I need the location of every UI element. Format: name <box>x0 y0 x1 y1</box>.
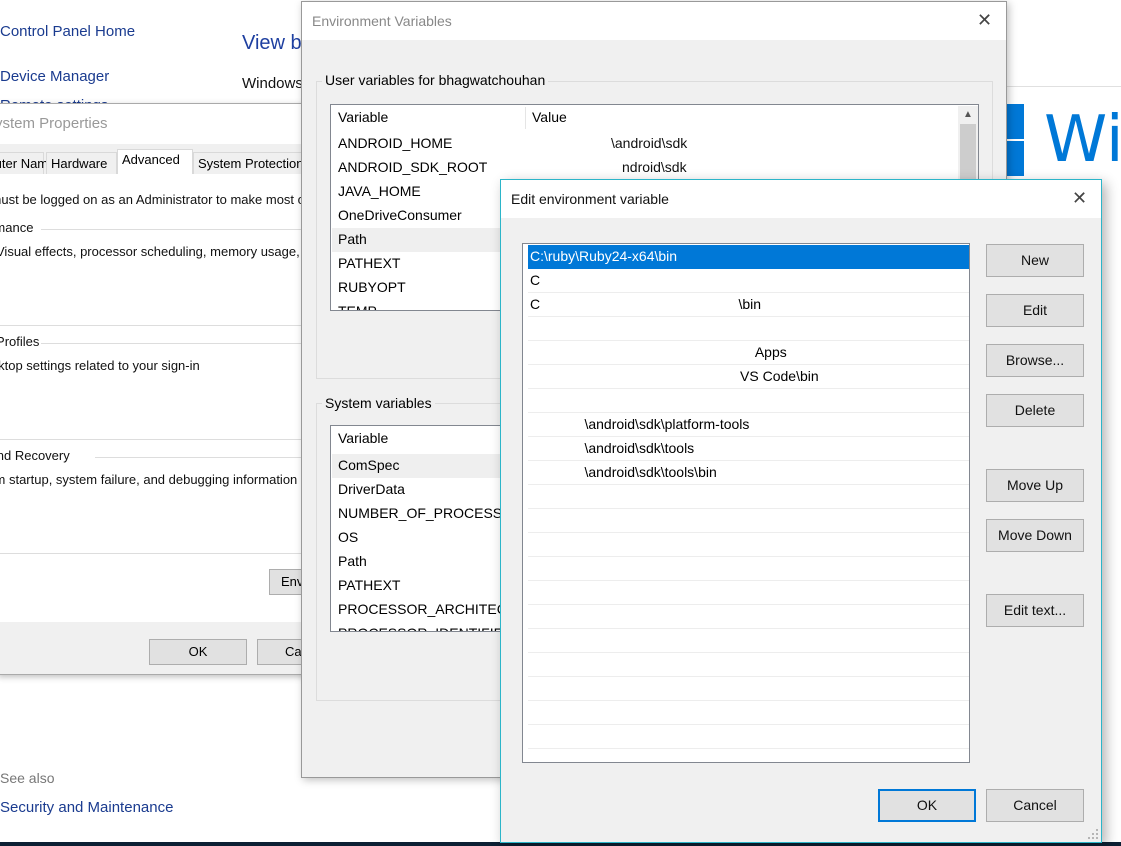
title-bar: System Properties <box>0 104 307 144</box>
column-header-value[interactable]: Value <box>532 109 567 125</box>
path-entry[interactable]: VS Code\bin <box>528 365 969 389</box>
group-border <box>0 553 307 554</box>
admin-note: You must be logged on as an Administrato… <box>0 192 307 207</box>
path-entries-list[interactable]: C:\ruby\Ruby24-x64\bin C C \bin Apps VS … <box>522 243 970 763</box>
system-properties-dialog: System Properties Computer Name Hardware… <box>0 103 308 675</box>
dialog-title: Edit environment variable <box>511 191 669 207</box>
scrollbar-thumb[interactable] <box>960 124 976 184</box>
windows-edition-label: Windows edition <box>242 75 302 92</box>
dialog-footer: OK Cancel <box>0 622 307 674</box>
path-entry[interactable]: \android\sdk\tools\bin <box>528 461 969 485</box>
empty-row[interactable] <box>528 629 969 653</box>
empty-row[interactable] <box>528 605 969 629</box>
redacted-value: \android\sdk <box>611 135 688 151</box>
tab-hardware[interactable]: Hardware <box>46 152 117 174</box>
group-border <box>0 325 307 326</box>
column-header-variable[interactable]: Variable <box>338 109 388 125</box>
performance-group-label: Performance <box>0 220 34 235</box>
system-variables-label: System variables <box>322 395 435 411</box>
empty-row[interactable] <box>528 533 969 557</box>
see-also-label: See also <box>0 770 55 786</box>
empty-row[interactable] <box>528 701 969 725</box>
user-profiles-description: Desktop settings related to your sign-in <box>0 358 200 373</box>
path-entry[interactable]: \android\sdk\tools <box>528 437 969 461</box>
column-separator[interactable] <box>525 107 526 129</box>
edit-text-button[interactable]: Edit text... <box>986 594 1084 627</box>
empty-row[interactable] <box>528 653 969 677</box>
column-header-variable[interactable]: Variable <box>338 430 388 446</box>
group-border <box>95 457 307 458</box>
path-entry[interactable]: C \bin <box>528 293 969 317</box>
startup-recovery-group-label: Startup and Recovery <box>0 448 70 463</box>
list-row[interactable]: ANDROID_HOME \android\sdk <box>332 132 956 156</box>
windows-logo-text: Windows 10 <box>1044 104 1121 176</box>
tab-strip: Computer Name Hardware Advanced System P… <box>0 144 307 175</box>
path-entry[interactable]: C <box>528 269 969 293</box>
close-icon[interactable]: ✕ <box>977 12 992 30</box>
dialog-title: System Properties <box>0 115 108 132</box>
empty-row[interactable] <box>528 581 969 605</box>
tab-computer-name[interactable]: Computer Name <box>0 152 55 174</box>
group-border <box>0 439 307 440</box>
title-bar: Edit environment variable ✕ <box>501 180 1101 218</box>
path-entry-selected[interactable]: C:\ruby\Ruby24-x64\bin <box>528 245 969 269</box>
dialog-title: Environment Variables <box>312 13 452 29</box>
empty-row[interactable] <box>528 677 969 701</box>
path-entry[interactable]: Apps <box>528 341 969 365</box>
list-header: Variable Value <box>331 105 956 129</box>
scroll-up-arrow-icon[interactable]: ▲ <box>958 109 978 120</box>
empty-row[interactable] <box>528 509 969 533</box>
path-entry[interactable] <box>528 389 969 413</box>
user-variables-label: User variables for bhagwatchouhan <box>322 72 549 88</box>
empty-row[interactable] <box>528 557 969 581</box>
title-bar: Environment Variables ✕ <box>302 2 1006 40</box>
startup-recovery-description: System startup, system failure, and debu… <box>0 472 298 487</box>
move-down-button[interactable]: Move Down <box>986 519 1084 552</box>
edit-environment-variable-dialog: Edit environment variable ✕ C:\ruby\Ruby… <box>500 179 1102 843</box>
tab-system-protection[interactable]: System Protection <box>193 152 307 174</box>
delete-button[interactable]: Delete <box>986 394 1084 427</box>
device-manager-link[interactable]: Device Manager <box>0 68 109 85</box>
resize-grip-icon[interactable] <box>1088 829 1098 839</box>
view-basic-info-title: View basic information about your comput… <box>242 32 302 54</box>
empty-row[interactable] <box>528 485 969 509</box>
edit-button[interactable]: Edit <box>986 294 1084 327</box>
control-panel-home-link[interactable]: Control Panel Home <box>0 23 135 40</box>
browse-button[interactable]: Browse... <box>986 344 1084 377</box>
redacted-value: ndroid\sdk <box>622 159 687 175</box>
divider <box>1006 86 1121 87</box>
performance-description: Visual effects, processor scheduling, me… <box>0 244 307 259</box>
new-button[interactable]: New <box>986 244 1084 277</box>
group-border <box>41 229 307 230</box>
close-icon[interactable]: ✕ <box>1072 190 1087 208</box>
path-entry[interactable]: \android\sdk\platform-tools <box>528 413 969 437</box>
user-profiles-group-label: User Profiles <box>0 334 40 349</box>
security-maintenance-link[interactable]: Security and Maintenance <box>0 799 173 816</box>
list-row[interactable]: ANDROID_SDK_ROOT ndroid\sdk <box>332 156 956 180</box>
cancel-button[interactable]: Cancel <box>986 789 1084 822</box>
tab-advanced[interactable]: Advanced <box>117 149 193 175</box>
ok-button[interactable]: OK <box>149 639 247 665</box>
path-entry[interactable] <box>528 317 969 341</box>
windows-logo-icon <box>1006 104 1024 176</box>
group-border <box>41 343 307 344</box>
ok-button[interactable]: OK <box>878 789 976 822</box>
advanced-tab-panel: You must be logged on as an Administrato… <box>0 174 307 622</box>
move-up-button[interactable]: Move Up <box>986 469 1084 502</box>
empty-row[interactable] <box>528 725 969 749</box>
